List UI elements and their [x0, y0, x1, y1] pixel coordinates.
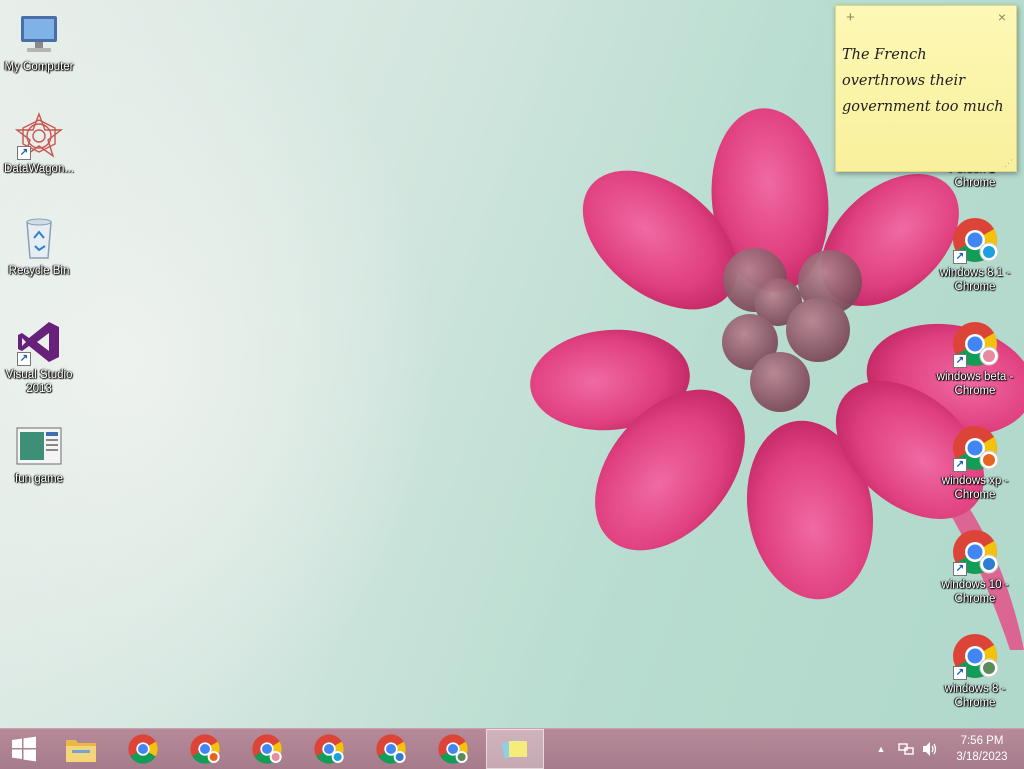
taskbar-chrome[interactable] [114, 729, 172, 769]
shortcut-arrow-icon: ↗ [953, 666, 967, 680]
sticky-note-titlebar[interactable]: + × [836, 6, 1016, 30]
network-icon [898, 743, 914, 755]
desktop-icon-chrome-windows-8[interactable]: ↗ windows 8 - Chrome [933, 632, 1017, 710]
desktop-icon-label: DataWagon... [4, 163, 74, 175]
desktop-icon-visual-studio[interactable]: ↗ Visual Studio 2013 [0, 318, 81, 396]
file-explorer-icon [66, 740, 96, 762]
desktop-icon-my-computer[interactable]: My Computer [0, 10, 81, 74]
close-note-button[interactable]: × [998, 9, 1006, 25]
desktop-icon-datawagon[interactable]: ↗ DataWagon... [0, 112, 81, 176]
taskbar: ▲ 7:56 PM 3/18/2023 [0, 728, 1024, 769]
chrome-profile-icon [376, 734, 406, 764]
desktop-icon-label: windows 8 - Chrome [944, 683, 1006, 709]
taskbar-chrome-windows-8[interactable] [424, 729, 482, 769]
desktop-icon-label: Recycle Bin [8, 265, 70, 277]
taskbar-sticky-notes[interactable] [486, 729, 544, 769]
chrome-profile-icon [438, 734, 468, 764]
taskbar-chrome-windows-10[interactable] [362, 729, 420, 769]
taskbar-chrome-windows-xp[interactable] [176, 729, 234, 769]
chrome-profile-icon [252, 734, 282, 764]
resize-grip-icon[interactable]: ⋰ [1004, 158, 1013, 169]
taskbar-file-explorer[interactable] [52, 729, 110, 769]
taskbar-clock[interactable]: 7:56 PM 3/18/2023 [950, 733, 1014, 765]
volume-control[interactable] [919, 729, 941, 769]
desktop-icon-chrome-windows-beta[interactable]: ↗ windows beta - Chrome [933, 320, 1017, 398]
start-button[interactable] [0, 729, 48, 769]
shortcut-arrow-icon: ↗ [17, 352, 31, 366]
desktop-icon-chrome-windows-xp[interactable]: ↗ windows xp - Chrome [933, 424, 1017, 502]
desktop-icon-label: windows xp - Chrome [941, 475, 1009, 501]
computer-icon [21, 16, 57, 52]
shortcut-arrow-icon: ↗ [953, 458, 967, 472]
taskbar-chrome-windows-8-1[interactable] [300, 729, 358, 769]
sticky-note-text[interactable]: The French overthrows their government t… [836, 30, 1016, 120]
desktop-icon-chrome-windows-10[interactable]: ↗ windows 10 - Chrome [933, 528, 1017, 606]
desktop[interactable]: My Computer ↗ DataWagon... Recycle Bin ↗… [0, 0, 1024, 728]
show-hidden-icons-button[interactable]: ▲ [873, 729, 889, 769]
clock-date: 3/18/2023 [956, 751, 1008, 763]
taskbar-chrome-windows-beta[interactable] [238, 729, 296, 769]
shortcut-arrow-icon: ↗ [953, 250, 967, 264]
desktop-icon-label: fun game [15, 473, 63, 485]
sticky-notes-icon [501, 739, 527, 759]
desktop-icon-label: windows 8.1 - Chrome [939, 267, 1011, 293]
shortcut-arrow-icon: ↗ [953, 562, 967, 576]
chevron-up-icon: ▲ [876, 744, 886, 754]
desktop-icon-recycle-bin[interactable]: Recycle Bin [0, 214, 81, 278]
desktop-icon-chrome-windows-8-1[interactable]: ↗ windows 8.1 - Chrome [933, 216, 1017, 294]
new-note-button[interactable]: + [846, 9, 855, 26]
shortcut-arrow-icon: ↗ [953, 354, 967, 368]
network-status[interactable] [895, 729, 917, 769]
desktop-icon-label: windows beta - Chrome [936, 371, 1014, 397]
sticky-note[interactable]: + × The French overthrows their governme… [835, 5, 1017, 172]
clock-time: 7:56 PM [960, 735, 1004, 747]
chrome-profile-icon [190, 734, 220, 764]
windows-logo-icon [12, 736, 36, 762]
desktop-icon-label: My Computer [4, 61, 74, 73]
desktop-icon-label: Visual Studio 2013 [5, 369, 73, 395]
chrome-profile-icon [314, 734, 344, 764]
shortcut-arrow-icon: ↗ [17, 146, 31, 160]
chrome-icon [128, 734, 158, 764]
game-window-icon [16, 427, 62, 465]
speaker-icon [923, 742, 937, 756]
desktop-icon-label: windows 10 - Chrome [941, 579, 1009, 605]
desktop-icon-fun-game[interactable]: fun game [0, 422, 81, 486]
recycle-bin-icon [26, 218, 52, 259]
